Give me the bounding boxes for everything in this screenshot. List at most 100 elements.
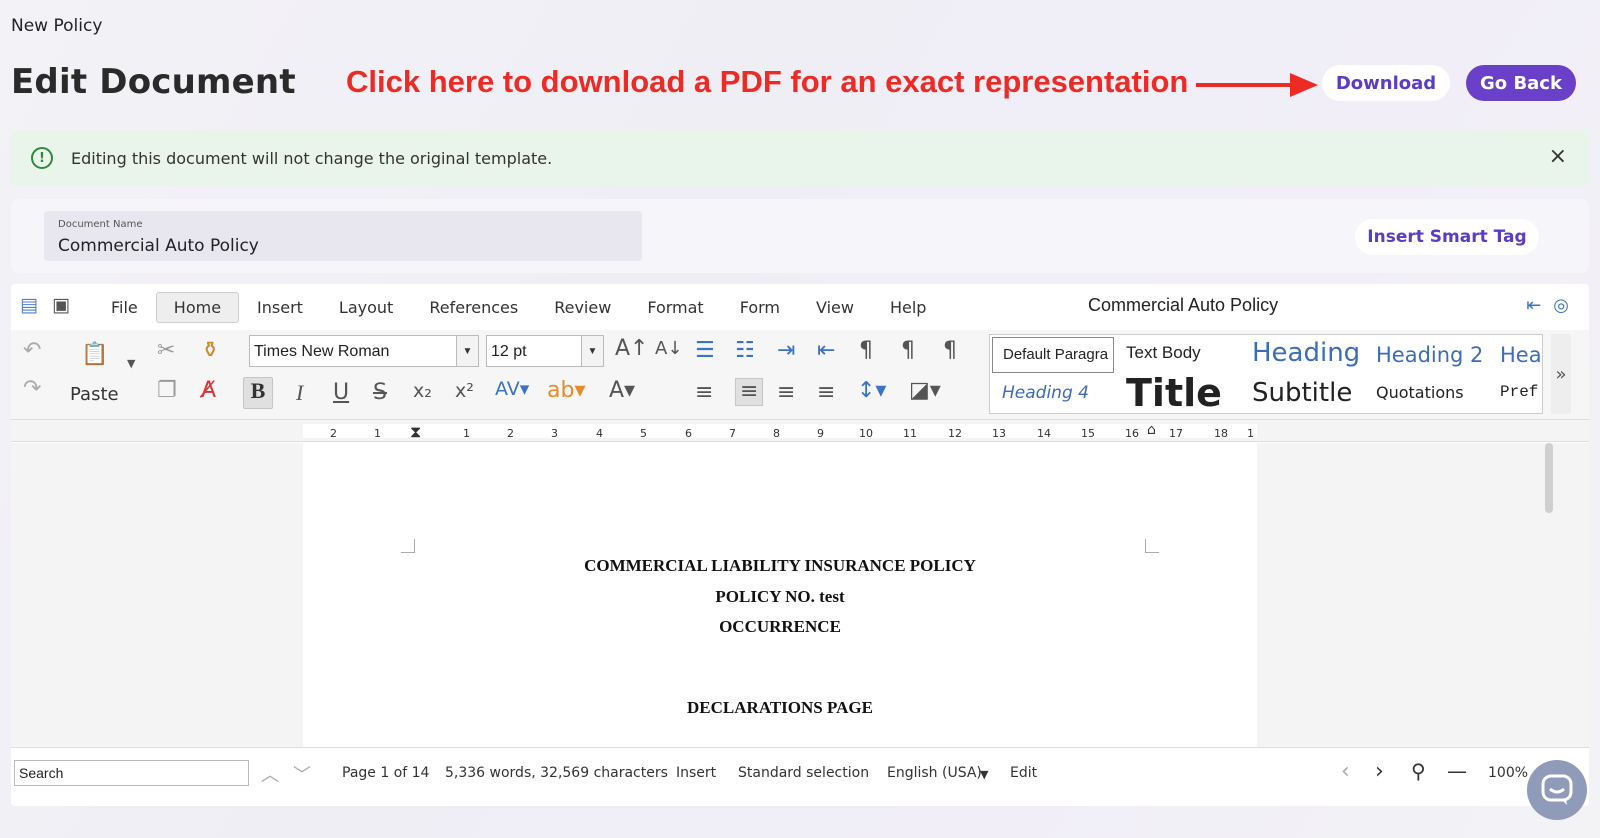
ruler-tick-label: 11 bbox=[903, 427, 917, 440]
ruler-tick-label: 3 bbox=[551, 427, 558, 440]
save-icon[interactable]: ▣ bbox=[52, 294, 70, 316]
menu-help[interactable]: Help bbox=[872, 292, 944, 323]
info-alert: ! Editing this document will not change … bbox=[11, 130, 1589, 186]
cut-icon[interactable]: ✂ bbox=[157, 340, 175, 362]
document-name-field[interactable]: Document Name Commercial Auto Policy bbox=[44, 211, 642, 261]
menu-references[interactable]: References bbox=[411, 292, 536, 323]
download-button[interactable]: Download bbox=[1322, 65, 1450, 101]
align-left-icon[interactable]: ≡ bbox=[695, 382, 713, 404]
ruler-tick-label: 9 bbox=[817, 427, 824, 440]
paste-icon[interactable]: 📋 bbox=[81, 344, 108, 366]
clone-formatting-icon[interactable]: ⚱ bbox=[201, 340, 219, 362]
style-heading-2[interactable]: Heading 2 bbox=[1376, 343, 1483, 367]
redo-icon[interactable]: ↷ bbox=[23, 378, 41, 400]
document-icon[interactable]: ▤ bbox=[20, 294, 38, 316]
search-input[interactable]: Search bbox=[14, 760, 249, 786]
collapse-panel-icon[interactable]: ⇤ bbox=[1526, 295, 1541, 316]
character-spacing-icon[interactable]: AV▾ bbox=[495, 380, 529, 399]
alert-text: Editing this document will not change th… bbox=[71, 148, 553, 168]
edit-mode[interactable]: Edit bbox=[1010, 765, 1037, 781]
align-center-icon[interactable]: ≡ bbox=[735, 378, 764, 406]
subscript-icon[interactable]: x₂ bbox=[413, 382, 432, 401]
chevron-down-icon[interactable]: ▼ bbox=[581, 336, 603, 366]
paste-button[interactable]: Paste bbox=[70, 384, 119, 405]
style-heading-3[interactable]: Head bbox=[1500, 343, 1542, 367]
line-spacing-icon[interactable]: ↕▾ bbox=[857, 380, 886, 402]
ruler-tick-label: 13 bbox=[992, 427, 1006, 440]
underline-icon[interactable]: U bbox=[333, 382, 349, 404]
superscript-icon[interactable]: x² bbox=[455, 382, 474, 401]
style-subtitle[interactable]: Subtitle bbox=[1252, 378, 1352, 408]
go-back-button[interactable]: Go Back bbox=[1466, 65, 1576, 101]
zoom-out-icon[interactable]: — bbox=[1447, 759, 1467, 783]
strikethrough-icon[interactable]: S bbox=[373, 382, 387, 404]
formatting-marks-icon[interactable]: ¶ bbox=[859, 340, 873, 362]
style-default-paragraph[interactable]: Default Paragra bbox=[992, 337, 1114, 373]
shrink-font-icon[interactable]: A↓ bbox=[655, 340, 682, 358]
navigator-icon[interactable]: ◎ bbox=[1553, 295, 1569, 316]
chevron-down-icon[interactable]: ▼ bbox=[980, 768, 988, 781]
style-title[interactable]: Title bbox=[1126, 371, 1222, 413]
document-occurrence[interactable]: OCCURRENCE bbox=[303, 617, 1257, 637]
menu-form[interactable]: Form bbox=[722, 292, 798, 323]
font-size-select[interactable]: 12 pt ▼ bbox=[486, 335, 604, 367]
menu-layout[interactable]: Layout bbox=[321, 292, 411, 323]
outdent-icon[interactable]: ⇤ bbox=[817, 340, 835, 362]
chevron-down-icon[interactable]: ▼ bbox=[456, 336, 478, 366]
insert-smart-tag-button[interactable]: Insert Smart Tag bbox=[1355, 219, 1539, 255]
close-icon[interactable]: × bbox=[1549, 144, 1567, 169]
document-declarations[interactable]: DECLARATIONS PAGE bbox=[303, 698, 1257, 718]
previous-result-icon[interactable]: ︿ bbox=[261, 761, 279, 787]
chat-support-icon[interactable] bbox=[1527, 760, 1587, 820]
align-right-icon[interactable]: ≡ bbox=[777, 382, 795, 404]
document-page[interactable]: COMMERCIAL LIABILITY INSURANCE POLICY PO… bbox=[303, 443, 1257, 747]
copy-icon[interactable]: ❐ bbox=[157, 380, 177, 402]
style-heading[interactable]: Heading bbox=[1252, 338, 1360, 368]
selection-mode[interactable]: Standard selection bbox=[738, 765, 869, 781]
undo-icon[interactable]: ↶ bbox=[23, 340, 41, 362]
numbered-list-icon[interactable]: ☷ bbox=[735, 340, 755, 362]
style-quotations[interactable]: Quotations bbox=[1376, 383, 1464, 402]
ltr-paragraph-icon[interactable]: ¶ bbox=[901, 340, 915, 362]
next-result-icon[interactable]: ﹀ bbox=[293, 761, 311, 787]
menu-home[interactable]: Home bbox=[155, 292, 240, 323]
paste-dropdown-icon[interactable]: ▼ bbox=[127, 358, 135, 369]
justify-icon[interactable]: ≡ bbox=[817, 382, 835, 404]
next-page-icon[interactable]: › bbox=[1375, 759, 1384, 784]
menu-format[interactable]: Format bbox=[629, 292, 721, 323]
document-heading[interactable]: COMMERCIAL LIABILITY INSURANCE POLICY bbox=[303, 556, 1257, 576]
document-name-value[interactable]: Commercial Auto Policy bbox=[58, 236, 259, 256]
language-select[interactable]: English (USA) bbox=[887, 765, 982, 781]
document-name-card: Document Name Commercial Auto Policy Ins… bbox=[11, 199, 1589, 273]
ruler-strip: 2 1 ⧗ 1 2 3 4 5 6 7 8 9 10 11 12 13 14 1… bbox=[303, 422, 1257, 441]
editor-top-icons: ⇤ ◎ bbox=[1526, 295, 1569, 316]
more-styles-icon[interactable]: » bbox=[1551, 334, 1571, 414]
bullet-list-icon[interactable]: ☰ bbox=[695, 340, 715, 362]
document-policy-number[interactable]: POLICY NO. test bbox=[303, 587, 1257, 607]
menu-review[interactable]: Review bbox=[536, 292, 629, 323]
menu-file[interactable]: File bbox=[93, 292, 156, 323]
first-line-indent-icon[interactable]: ⧗ bbox=[410, 422, 421, 442]
italic-icon[interactable]: I bbox=[296, 382, 303, 404]
highlight-icon[interactable]: ab▾ bbox=[547, 380, 586, 402]
indent-icon[interactable]: ⇥ bbox=[777, 340, 795, 362]
menu-view[interactable]: View bbox=[798, 292, 872, 323]
breadcrumb: New Policy bbox=[11, 16, 103, 36]
zoom-icon[interactable]: ⚲ bbox=[1411, 759, 1426, 783]
font-name-select[interactable]: Times New Roman ▼ bbox=[249, 335, 479, 367]
clear-formatting-icon[interactable]: A̸ bbox=[201, 380, 216, 402]
zoom-level[interactable]: 100% bbox=[1488, 765, 1528, 781]
bold-button[interactable]: B bbox=[243, 377, 273, 409]
font-color-icon[interactable]: A▾ bbox=[609, 380, 635, 402]
menu-insert[interactable]: Insert bbox=[239, 292, 321, 323]
right-indent-icon[interactable]: ⌂ bbox=[1147, 422, 1156, 438]
paragraph-background-icon[interactable]: ◪▾ bbox=[909, 380, 941, 402]
vertical-scrollbar[interactable] bbox=[1545, 443, 1553, 513]
rtl-paragraph-icon[interactable]: ¶ bbox=[943, 340, 957, 362]
style-text-body[interactable]: Text Body bbox=[1126, 343, 1201, 363]
style-heading-4[interactable]: Heading 4 bbox=[1002, 383, 1089, 403]
grow-font-icon[interactable]: A↑ bbox=[615, 338, 648, 360]
previous-page-icon[interactable]: ‹ bbox=[1341, 759, 1350, 784]
style-preformatted[interactable]: Pref bbox=[1500, 383, 1538, 401]
insert-mode[interactable]: Insert bbox=[676, 765, 716, 781]
